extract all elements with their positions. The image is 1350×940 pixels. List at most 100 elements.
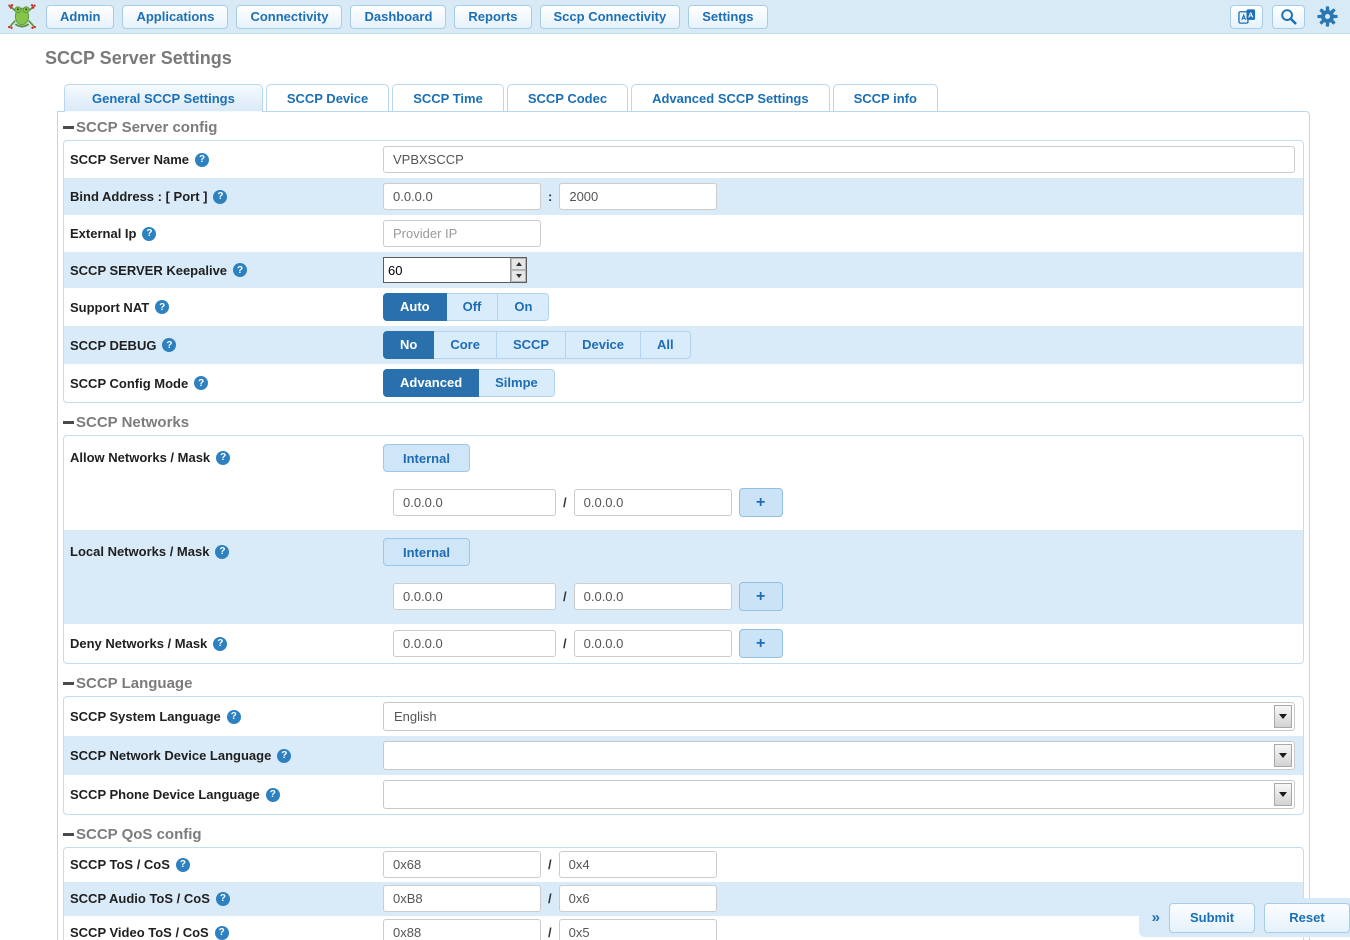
form-row-sccp-debug: SCCP DEBUG ? No Core SCCP Device All — [64, 326, 1303, 364]
deny-add-network-button[interactable]: + — [739, 629, 783, 658]
help-icon[interactable]: ? — [162, 338, 176, 352]
field-control: Auto Off On — [383, 293, 1295, 321]
tab-sccp-time[interactable]: SCCP Time — [392, 84, 504, 112]
deny-mask-input[interactable] — [574, 630, 732, 657]
allow-network-input[interactable] — [393, 489, 556, 516]
help-icon[interactable]: ? — [215, 545, 229, 559]
allow-mask-input[interactable] — [574, 489, 732, 516]
frog-logo-icon[interactable] — [6, 4, 38, 30]
form-row-system-language: SCCP System Language ? English — [64, 697, 1303, 736]
section-title: SCCP QoS config — [76, 826, 202, 843]
fieldset-qos: SCCP ToS / CoS ? / SCCP Audio ToS / CoS … — [63, 847, 1304, 940]
help-icon[interactable]: ? — [194, 376, 208, 390]
nav-item-reports[interactable]: Reports — [454, 5, 531, 29]
help-icon[interactable]: ? — [277, 749, 291, 763]
nav-item-dashboard[interactable]: Dashboard — [350, 5, 446, 29]
field-control — [383, 146, 1295, 173]
slash-separator: / — [548, 925, 552, 940]
nav-item-admin[interactable]: Admin — [46, 5, 114, 29]
nat-off-button[interactable]: Off — [447, 293, 499, 321]
collapse-minus-icon — [63, 126, 74, 129]
tab-sccp-device[interactable]: SCCP Device — [266, 84, 389, 112]
local-internal-button[interactable]: Internal — [383, 538, 470, 566]
reset-button[interactable]: Reset — [1264, 903, 1350, 933]
help-icon[interactable]: ? — [215, 926, 229, 940]
top-nav: Admin Applications Connectivity Dashboar… — [0, 0, 1350, 34]
deny-network-input[interactable] — [393, 630, 556, 657]
debug-device-button[interactable]: Device — [566, 331, 641, 359]
phone-device-language-select[interactable] — [383, 780, 1295, 809]
mode-simple-button[interactable]: Silmpe — [479, 369, 555, 397]
cos-input[interactable] — [559, 851, 717, 878]
help-icon[interactable]: ? — [155, 300, 169, 314]
help-icon[interactable]: ? — [233, 263, 247, 277]
bind-address-input[interactable] — [383, 183, 541, 210]
field-label-text: SCCP System Language — [70, 709, 221, 724]
submit-button[interactable]: Submit — [1169, 903, 1255, 933]
stepper-up-button[interactable] — [511, 258, 526, 270]
field-label: Support NAT ? — [70, 300, 383, 315]
form-row-allow-networks: Allow Networks / Mask ? Internal / + — [64, 436, 1303, 530]
help-icon[interactable]: ? — [195, 153, 209, 167]
video-tos-input[interactable] — [383, 919, 541, 940]
page-title: SCCP Server Settings — [45, 48, 1350, 69]
server-name-input[interactable] — [383, 146, 1295, 173]
tab-general-sccp-settings[interactable]: General SCCP Settings — [64, 84, 263, 112]
local-mask-input[interactable] — [574, 583, 732, 610]
section-title: SCCP Networks — [76, 414, 189, 431]
nav-item-applications[interactable]: Applications — [122, 5, 228, 29]
section-header-server-config[interactable]: SCCP Server config — [63, 114, 1304, 140]
tab-sccp-info[interactable]: SCCP info — [833, 84, 938, 112]
help-icon[interactable]: ? — [266, 788, 280, 802]
action-bar: » Submit Reset — [1139, 898, 1350, 937]
nat-auto-button[interactable]: Auto — [383, 293, 447, 321]
network-device-language-select[interactable] — [383, 741, 1295, 770]
mode-advanced-button[interactable]: Advanced — [383, 369, 479, 397]
form-row-server-name: SCCP Server Name ? — [64, 141, 1303, 178]
search-icon[interactable] — [1272, 5, 1305, 29]
system-language-select[interactable]: English — [383, 702, 1295, 731]
slash-separator: / — [563, 589, 567, 604]
gear-icon[interactable] — [1314, 4, 1340, 30]
allow-internal-button[interactable]: Internal — [383, 444, 470, 472]
translate-icon[interactable]: A — [1230, 5, 1263, 29]
debug-core-button[interactable]: Core — [434, 331, 497, 359]
field-label-text: External Ip — [70, 226, 136, 241]
tab-advanced-sccp-settings[interactable]: Advanced SCCP Settings — [631, 84, 830, 112]
help-icon[interactable]: ? — [213, 190, 227, 204]
debug-sccp-button[interactable]: SCCP — [497, 331, 566, 359]
nav-item-sccp-connectivity[interactable]: Sccp Connectivity — [540, 5, 681, 29]
external-ip-input[interactable] — [383, 220, 541, 247]
help-icon[interactable]: ? — [216, 451, 230, 465]
help-icon[interactable]: ? — [142, 227, 156, 241]
local-add-network-button[interactable]: + — [739, 582, 783, 611]
nav-item-settings[interactable]: Settings — [688, 5, 767, 29]
help-icon[interactable]: ? — [216, 892, 230, 906]
help-icon[interactable]: ? — [227, 710, 241, 724]
field-control: Internal / + — [383, 441, 1295, 525]
keepalive-input[interactable] — [384, 258, 510, 282]
local-network-input[interactable] — [393, 583, 556, 610]
field-label: External Ip ? — [70, 226, 383, 241]
debug-all-button[interactable]: All — [641, 331, 691, 359]
sccp-debug-button-group: No Core SCCP Device All — [383, 331, 691, 359]
section-header-networks[interactable]: SCCP Networks — [63, 409, 1304, 435]
nat-on-button[interactable]: On — [498, 293, 549, 321]
stepper-down-button[interactable] — [511, 270, 526, 282]
allow-add-network-button[interactable]: + — [739, 488, 783, 517]
audio-cos-input[interactable] — [559, 885, 717, 912]
section-header-qos[interactable]: SCCP QoS config — [63, 821, 1304, 847]
field-label-text: SCCP DEBUG — [70, 338, 156, 353]
help-icon[interactable]: ? — [176, 858, 190, 872]
collapse-chevron-icon[interactable]: » — [1152, 909, 1160, 926]
tab-sccp-codec[interactable]: SCCP Codec — [507, 84, 628, 112]
audio-tos-input[interactable] — [383, 885, 541, 912]
bind-port-input[interactable] — [559, 183, 717, 210]
section-header-language[interactable]: SCCP Language — [63, 670, 1304, 696]
main-menu: Admin Applications Connectivity Dashboar… — [46, 5, 768, 29]
help-icon[interactable]: ? — [213, 637, 227, 651]
nav-item-connectivity[interactable]: Connectivity — [236, 5, 342, 29]
video-cos-input[interactable] — [559, 919, 717, 940]
tos-input[interactable] — [383, 851, 541, 878]
debug-no-button[interactable]: No — [383, 331, 434, 359]
